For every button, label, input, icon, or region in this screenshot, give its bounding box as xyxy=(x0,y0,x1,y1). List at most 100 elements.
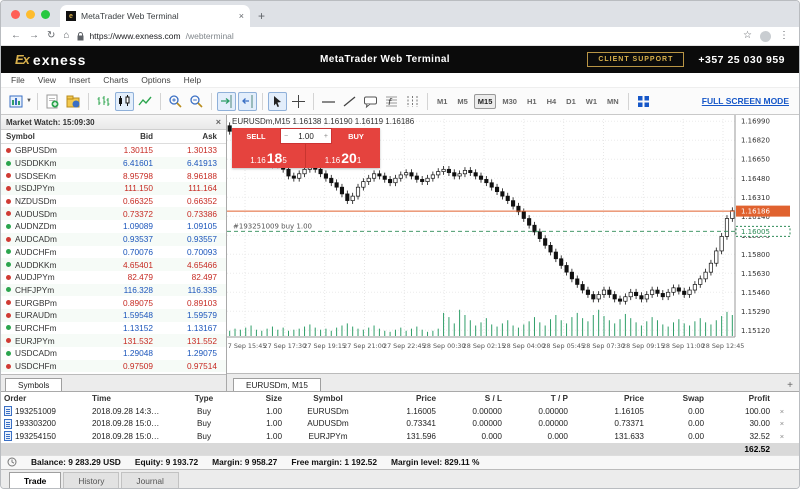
back-icon[interactable]: ← xyxy=(11,31,21,41)
close-window-icon[interactable] xyxy=(11,10,20,19)
crosshair-icon[interactable] xyxy=(289,92,308,111)
menu-item-options[interactable]: Options xyxy=(141,75,170,85)
timeframe-m5[interactable]: M5 xyxy=(453,94,471,109)
market-watch-row-eurchfm[interactable]: EURCHFm1.131521.13167 xyxy=(1,322,226,335)
sell-price[interactable]: 1.16 18 5 xyxy=(232,144,306,168)
menu-item-file[interactable]: File xyxy=(11,75,25,85)
tab-trade[interactable]: Trade xyxy=(9,472,61,488)
timeframe-m15[interactable]: M15 xyxy=(474,94,497,109)
orders-column-profit[interactable]: Profit xyxy=(707,394,773,403)
market-watch-row-usdcadm[interactable]: USDCADm1.290481.29075 xyxy=(1,347,226,360)
text-label-icon[interactable] xyxy=(361,92,380,111)
tab-history[interactable]: History xyxy=(63,472,119,488)
history-center-icon[interactable] xyxy=(64,92,83,111)
url-input[interactable]: https://www.exness.com/webterminal xyxy=(77,31,735,41)
exness-logo[interactable]: Ex exness xyxy=(15,52,245,68)
new-order-icon[interactable] xyxy=(43,92,62,111)
market-watch-row-usddkkm[interactable]: USDDKKm6.416016.41913 xyxy=(1,157,226,170)
orders-column-time[interactable]: Time xyxy=(89,394,175,403)
forward-icon[interactable]: → xyxy=(29,31,39,41)
zoom-in-icon[interactable] xyxy=(166,92,185,111)
market-watch-row-auddkkm[interactable]: AUDDKKm4.654014.65466 xyxy=(1,258,226,271)
menu-item-insert[interactable]: Insert xyxy=(69,75,90,85)
tile-windows-icon[interactable] xyxy=(634,92,653,111)
periods-grid-icon[interactable] xyxy=(403,92,422,111)
column-symbol[interactable]: Symbol xyxy=(1,132,97,141)
volume-increase-icon[interactable]: + xyxy=(324,133,328,140)
orders-column-price[interactable]: Price xyxy=(371,394,439,403)
candlestick-mode-icon[interactable] xyxy=(115,92,134,111)
order-row-193254150[interactable]: 1932541502018.09.28 15:0…Buy1.00EURJPYm1… xyxy=(1,430,799,443)
maximize-window-icon[interactable] xyxy=(41,10,50,19)
market-watch-row-gbpusdm[interactable]: GBPUSDm1.301151.30133 xyxy=(1,144,226,157)
browser-menu-icon[interactable]: ⋮ xyxy=(779,31,789,41)
chart-shift-icon[interactable] xyxy=(238,92,257,111)
new-chart-icon[interactable] xyxy=(7,92,26,111)
market-watch-row-audusdm[interactable]: AUDUSDm0.733720.73386 xyxy=(1,207,226,220)
fibonacci-icon[interactable]: f xyxy=(382,92,401,111)
reload-icon[interactable]: ↻ xyxy=(47,31,55,41)
minimize-window-icon[interactable] xyxy=(26,10,35,19)
cursor-icon[interactable] xyxy=(268,92,287,111)
close-position-icon[interactable]: × xyxy=(773,432,791,441)
orders-column-type[interactable]: Type xyxy=(175,394,233,403)
add-chart-icon[interactable]: + xyxy=(787,380,793,391)
market-watch-row-audjpym[interactable]: AUDJPYm82.47982.497 xyxy=(1,271,226,284)
market-watch-row-usdsekm[interactable]: USDSEKm8.957988.96188 xyxy=(1,169,226,182)
bookmark-icon[interactable]: ☆ xyxy=(743,31,752,41)
menu-item-view[interactable]: View xyxy=(38,75,56,85)
timeframe-m1[interactable]: M1 xyxy=(433,94,451,109)
menu-item-charts[interactable]: Charts xyxy=(103,75,128,85)
column-ask[interactable]: Ask xyxy=(161,132,225,141)
chart-area[interactable]: EURUSDm,M15 1.16138 1.16190 1.16119 1.16… xyxy=(227,115,799,373)
market-watch-row-audcadm[interactable]: AUDCADm0.935370.93557 xyxy=(1,233,226,246)
new-tab-button[interactable]: + xyxy=(258,9,265,23)
close-position-icon[interactable]: × xyxy=(773,419,791,428)
horizontal-line-icon[interactable] xyxy=(319,92,338,111)
timeframe-m30[interactable]: M30 xyxy=(498,94,521,109)
orders-column-size[interactable]: Size xyxy=(233,394,285,403)
order-row-193251009[interactable]: 1932510092018.09.28 14:3…Buy1.00EURUSDm1… xyxy=(1,405,799,418)
orders-column-sym[interactable]: Symbol xyxy=(285,394,371,403)
market-watch-row-eurjpym[interactable]: EURJPYm131.532131.552 xyxy=(1,334,226,347)
trendline-icon[interactable] xyxy=(340,92,359,111)
market-watch-close-icon[interactable]: × xyxy=(216,117,221,127)
zoom-out-icon[interactable] xyxy=(187,92,206,111)
timeframe-mn[interactable]: MN xyxy=(603,94,623,109)
browser-avatar[interactable] xyxy=(760,31,771,42)
timeframe-w1[interactable]: W1 xyxy=(582,94,601,109)
orders-column-sl[interactable]: S / L xyxy=(439,394,505,403)
new-chart-dropdown-icon[interactable]: ▼ xyxy=(26,98,32,104)
market-watch-row-usdchfm[interactable]: USDCHFm0.975090.97514 xyxy=(1,360,226,373)
timeframe-d1[interactable]: D1 xyxy=(562,94,580,109)
close-tab-icon[interactable]: × xyxy=(239,11,244,21)
orders-column-order[interactable]: Order xyxy=(1,394,89,403)
client-support-button[interactable]: CLIENT SUPPORT xyxy=(587,52,684,67)
menu-item-help[interactable]: Help xyxy=(184,75,201,85)
buy-price[interactable]: 1.16 20 1 xyxy=(306,144,380,168)
order-row-193303200[interactable]: 1933032002018.09.28 15:0…Buy1.00AUDUSDm0… xyxy=(1,418,799,431)
timeframe-h1[interactable]: H1 xyxy=(523,94,541,109)
home-icon[interactable]: ⌂ xyxy=(63,31,69,41)
close-position-icon[interactable]: × xyxy=(773,407,791,416)
bar-chart-mode-icon[interactable] xyxy=(94,92,113,111)
buy-button[interactable]: BUY xyxy=(332,128,380,144)
window-controls[interactable] xyxy=(9,1,60,27)
volume-value[interactable]: 1.00 xyxy=(298,132,314,141)
orders-column-swap[interactable]: Swap xyxy=(647,394,707,403)
browser-tab[interactable]: e MetaTrader Web Terminal × xyxy=(60,5,250,27)
market-watch-row-audnzdm[interactable]: AUDNZDm1.090891.09105 xyxy=(1,220,226,233)
orders-column-tp[interactable]: T / P xyxy=(505,394,571,403)
chart-tab-eurusd[interactable]: EURUSDm, M15 xyxy=(233,378,321,391)
auto-scroll-icon[interactable] xyxy=(217,92,236,111)
fullscreen-link[interactable]: FULL SCREEN MODE xyxy=(702,96,793,106)
timeframe-h4[interactable]: H4 xyxy=(543,94,561,109)
market-watch-row-audchfm[interactable]: AUDCHFm0.700760.70093 xyxy=(1,246,226,259)
symbols-tab[interactable]: Symbols xyxy=(5,378,62,391)
column-bid[interactable]: Bid xyxy=(97,132,161,141)
market-watch-row-nzdusdm[interactable]: NZDUSDm0.663250.66352 xyxy=(1,195,226,208)
market-watch-row-usdjpym[interactable]: USDJPYm111.150111.164 xyxy=(1,182,226,195)
market-watch-row-eurgbpm[interactable]: EURGBPm0.890750.89103 xyxy=(1,296,226,309)
volume-stepper[interactable]: − 1.00 + xyxy=(280,128,332,144)
tab-journal[interactable]: Journal xyxy=(121,472,178,488)
